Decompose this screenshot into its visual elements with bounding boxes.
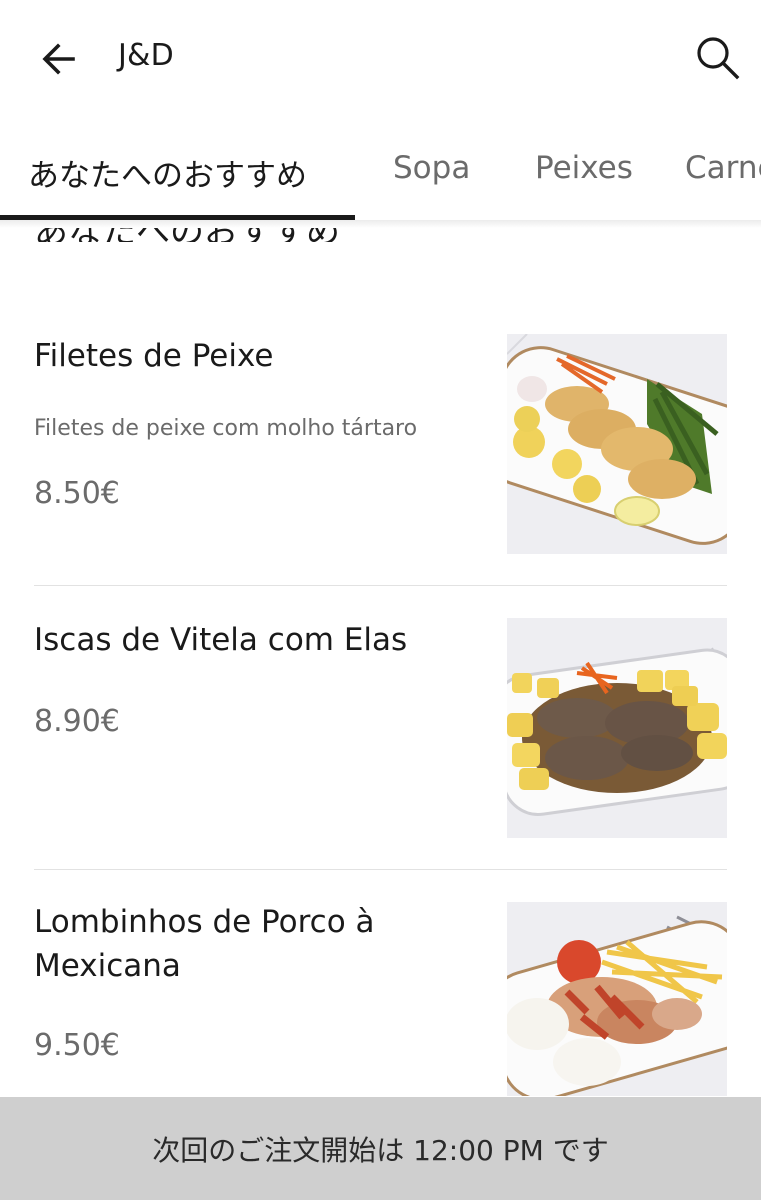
section-header-container: あなたへのおすすめ bbox=[0, 228, 761, 242]
category-tabs: あなたへのおすすめ Sopa Peixes Carne bbox=[0, 120, 761, 220]
tabs-shadow bbox=[0, 220, 761, 228]
tab-peixes[interactable]: Peixes bbox=[535, 150, 633, 186]
store-title: J&D bbox=[118, 38, 174, 73]
search-button[interactable] bbox=[688, 30, 748, 90]
menu-item-price: 8.90€ bbox=[34, 704, 120, 739]
veal-liver-photo bbox=[507, 618, 727, 838]
pork-loin-photo bbox=[507, 902, 727, 1096]
item-divider bbox=[34, 869, 727, 870]
next-order-banner: 次回のご注文開始は 12:00 PM です bbox=[0, 1097, 761, 1200]
menu-item-name: Lombinhos de Porco à Mexicana bbox=[34, 904, 375, 984]
menu-item-name: Iscas de Vitela com Elas bbox=[34, 622, 408, 658]
item-divider bbox=[34, 585, 727, 586]
section-title: あなたへのおすすめ bbox=[34, 228, 340, 242]
menu-item-description: Filetes de peixe com molho tártaro bbox=[34, 416, 418, 441]
fish-fillet-photo bbox=[507, 334, 727, 554]
menu-item-name: Filetes de Peixe bbox=[34, 338, 274, 374]
menu-item[interactable]: Lombinhos de Porco à Mexicana 9.50€ bbox=[34, 900, 727, 1096]
menu-item-price: 9.50€ bbox=[34, 1028, 120, 1063]
back-button[interactable] bbox=[30, 32, 88, 90]
top-bar: J&D bbox=[0, 0, 761, 120]
tab-recommended[interactable]: あなたへのおすすめ bbox=[28, 150, 307, 195]
menu-item[interactable]: Filetes de Peixe Filetes de peixe com mo… bbox=[34, 334, 727, 554]
search-icon bbox=[693, 33, 743, 87]
app-screen: J&D あなたへのおすすめ Sopa Peixes Carne あなたへのおすす… bbox=[0, 0, 761, 1200]
menu-item[interactable]: Iscas de Vitela com Elas 8.90€ bbox=[34, 618, 727, 838]
tab-sopa[interactable]: Sopa bbox=[393, 150, 470, 186]
next-order-text: 次回のご注文開始は 12:00 PM です bbox=[152, 1133, 609, 1167]
arrow-left-icon bbox=[39, 39, 79, 83]
menu-item-price: 8.50€ bbox=[34, 476, 120, 511]
tab-carne[interactable]: Carne bbox=[685, 150, 761, 186]
